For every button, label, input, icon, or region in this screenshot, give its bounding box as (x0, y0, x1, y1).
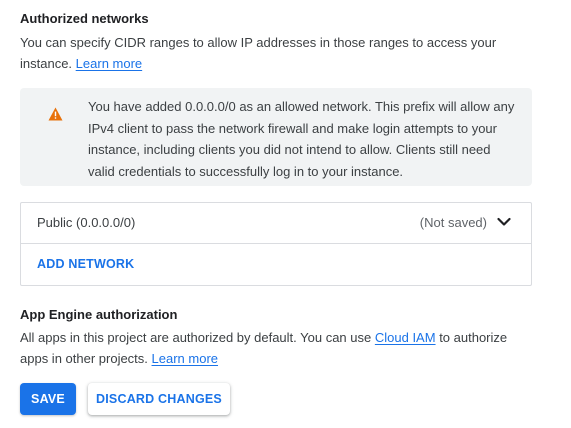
discard-changes-button[interactable]: DISCARD CHANGES (88, 383, 230, 415)
description-line-2-text: instance. (20, 56, 73, 71)
cloud-iam-link[interactable]: Cloud IAM (375, 330, 436, 345)
warning-triangle-icon (48, 107, 63, 121)
warning-line-4: valid credentials to successfully log in… (88, 163, 404, 179)
authorized-networks-description: You can specify CIDR ranges to allow IP … (20, 32, 496, 74)
network-name: Public (0.0.0.0/0) (37, 215, 136, 230)
network-status: (Not saved) (419, 215, 487, 230)
warning-banner: You have added 0.0.0.0/0 as an allowed n… (20, 88, 532, 186)
app-engine-line-1: All apps in this project are authorized … (20, 327, 507, 348)
authorized-networks-heading: Authorized networks (20, 11, 149, 26)
chevron-down-icon[interactable] (497, 215, 511, 229)
page: Authorized networks You can specify CIDR… (0, 0, 571, 428)
warning-line-3: instance, including clients you did not … (88, 142, 491, 157)
app-engine-heading: App Engine authorization (20, 307, 178, 322)
app-engine-learn-more-link[interactable]: Learn more (152, 351, 218, 366)
app-engine-line-2: apps in other projects. Learn more (20, 348, 507, 369)
warning-line-1: You have added 0.0.0.0/0 as an allowed n… (88, 99, 515, 114)
warning-text: You have added 0.0.0.0/0 as an allowed n… (88, 96, 524, 182)
warning-line-2: IPv4 client to pass the network firewall… (88, 120, 497, 136)
save-button[interactable]: SAVE (20, 383, 76, 415)
app-engine-description: All apps in this project are authorized … (20, 327, 507, 369)
app-engine-line-1-prefix: All apps in this project are authorized … (20, 330, 372, 345)
learn-more-link[interactable]: Learn more (76, 56, 142, 71)
network-list: Public (0.0.0.0/0) (Not saved) ADD NETWO… (20, 202, 532, 286)
description-line-2: instance. Learn more (20, 53, 496, 74)
app-engine-line-1-suffix: to authorize (439, 330, 508, 345)
description-line-1: You can specify CIDR ranges to allow IP … (20, 35, 497, 50)
add-network-button[interactable]: ADD NETWORK (37, 257, 134, 271)
network-row[interactable]: Public (0.0.0.0/0) (Not saved) (21, 203, 531, 244)
app-engine-line-2-text: apps in other projects. (20, 351, 148, 366)
